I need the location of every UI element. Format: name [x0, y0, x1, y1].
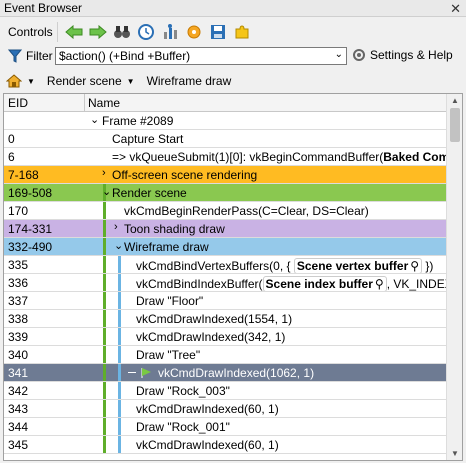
tree-row[interactable]: 338 vkCmdDrawIndexed(1554, 1) [4, 310, 447, 328]
chevron-right-icon[interactable]: › [102, 167, 106, 179]
tree-row[interactable]: 6 => vkQueueSubmit(1)[0]: vkBeginCommand… [4, 148, 447, 166]
gear-icon [353, 49, 365, 61]
home-icon [6, 74, 22, 88]
save-icon[interactable] [206, 21, 230, 43]
link-icon: ⚲ [374, 277, 384, 291]
tree-row[interactable]: 0 Capture Start [4, 130, 447, 148]
funnel-icon [8, 49, 22, 63]
filter-label: Filter [26, 49, 53, 63]
tree-rows: ⌄ Frame #2089 0 Capture Start 6 => vkQue… [4, 112, 447, 454]
filter-input[interactable]: $action() (+Bind +Buffer) ⌄ [55, 47, 347, 65]
vertical-scrollbar[interactable]: ▲ ▼ [446, 94, 462, 460]
scroll-down-icon[interactable]: ▼ [451, 449, 459, 458]
timeline-clock-icon[interactable] [134, 21, 158, 43]
marker-wireframe-draw[interactable]: Wireframe draw [147, 74, 232, 88]
scroll-up-icon[interactable]: ▲ [451, 96, 459, 105]
title-bar: Event Browser ✕ [0, 0, 466, 17]
tree-row-selected[interactable]: 341 vkCmdDrawIndexed(1062, 1) [4, 364, 447, 382]
tree-row[interactable]: 340 Draw "Tree" [4, 346, 447, 364]
tree-row[interactable]: 335 vkCmdBindVertexBuffers(0, { Scene ve… [4, 256, 447, 274]
tree-row-marker-purple[interactable]: 174-331 › Toon shading draw [4, 220, 447, 238]
gear-colored-icon[interactable] [182, 21, 206, 43]
event-tree[interactable]: EID Name ⌄ Frame #2089 0 Capture Start 6… [3, 93, 463, 461]
scrollbar-thumb[interactable] [450, 108, 460, 142]
close-icon[interactable]: ✕ [450, 1, 461, 17]
window-title: Event Browser [4, 1, 83, 15]
settings-help-button[interactable]: Settings & Help [352, 48, 453, 62]
link-icon: ⚲ [410, 259, 420, 273]
chevron-down-icon[interactable]: ⌄ [335, 49, 343, 60]
dropdown-arrow-icon[interactable]: ▼ [127, 77, 135, 86]
toolbar: Controls [0, 19, 466, 45]
tree-row[interactable]: 170 vkCmdBeginRenderPass(C=Clear, DS=Cle… [4, 202, 447, 220]
chevron-down-icon[interactable]: ⌄ [90, 113, 99, 126]
column-eid[interactable]: EID [8, 96, 28, 110]
tree-row[interactable]: 342 Draw "Rock_003" [4, 382, 447, 400]
controls-label: Controls [4, 22, 58, 42]
tree-row-marker-blue[interactable]: 332-490 ⌄ Wireframe draw [4, 238, 447, 256]
resource-link[interactable]: Scene index buffer ⚲ [262, 276, 387, 291]
column-name[interactable]: Name [88, 96, 120, 110]
next-arrow-icon[interactable] [86, 21, 110, 43]
chevron-down-icon[interactable]: ⌄ [102, 185, 111, 198]
chevron-right-icon[interactable]: › [114, 221, 118, 233]
tree-row[interactable]: 336 vkCmdBindIndexBuffer(Scene index buf… [4, 274, 447, 292]
marker-render-scene[interactable]: Render scene ▼ [47, 74, 141, 88]
tree-row[interactable]: 339 vkCmdDrawIndexed(342, 1) [4, 328, 447, 346]
tree-row[interactable]: 343 vkCmdDrawIndexed(60, 1) [4, 400, 447, 418]
home-button[interactable]: ▼ [6, 74, 41, 88]
find-binoculars-icon[interactable] [110, 21, 134, 43]
marker-breadcrumb: ▼ Render scene ▼ Wireframe draw [0, 70, 466, 92]
filter-value: $action() (+Bind +Buffer) [59, 49, 191, 63]
current-event-flag-icon [141, 368, 151, 378]
tree-header: EID Name [4, 94, 447, 112]
tree-row-frame[interactable]: ⌄ Frame #2089 [4, 112, 447, 130]
bookmark-chart-icon[interactable] [158, 21, 182, 43]
dropdown-arrow-icon[interactable]: ▼ [27, 77, 35, 86]
tree-row-marker-green[interactable]: 169-508 ⌄ Render scene [4, 184, 447, 202]
chevron-down-icon[interactable]: ⌄ [114, 239, 123, 252]
tree-row[interactable]: 337 Draw "Floor" [4, 292, 447, 310]
filter-bar: Filter $action() (+Bind +Buffer) ⌄ Setti… [0, 45, 466, 67]
resource-link[interactable]: Scene vertex buffer ⚲ [293, 258, 423, 273]
tree-row[interactable]: 344 Draw "Rock_001" [4, 418, 447, 436]
tree-row[interactable]: 345 vkCmdDrawIndexed(60, 1) [4, 436, 447, 454]
puzzle-icon[interactable] [230, 21, 254, 43]
tree-row-marker-orange[interactable]: 7-168 › Off-screen scene rendering [4, 166, 447, 184]
previous-arrow-icon[interactable] [62, 21, 86, 43]
settings-label: Settings & Help [370, 48, 453, 62]
